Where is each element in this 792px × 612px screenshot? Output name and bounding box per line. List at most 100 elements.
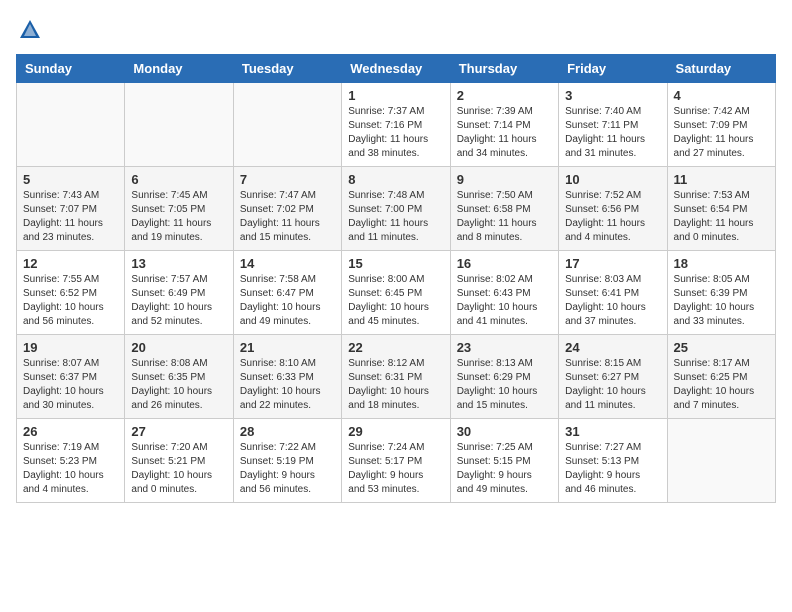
day-number: 23 (457, 340, 552, 355)
calendar-cell: 8 Sunrise: 7:48 AM Sunset: 7:00 PM Daylig… (342, 167, 450, 251)
day-info: Sunrise: 7:25 AM Sunset: 5:15 PM Dayligh… (457, 441, 552, 497)
day-of-week-header: Saturday (667, 55, 775, 83)
calendar-table: SundayMondayTuesdayWednesdayThursdayFrid… (16, 54, 776, 503)
calendar-cell: 28 Sunrise: 7:22 AM Sunset: 5:19 PM Dayli… (233, 419, 341, 503)
day-number: 18 (674, 256, 769, 271)
calendar-cell: 23 Sunrise: 8:13 AM Sunset: 6:29 PM Dayli… (450, 335, 558, 419)
day-info: Sunrise: 7:43 AM Sunset: 7:07 PM Dayligh… (23, 189, 118, 245)
calendar-week-row: 1 Sunrise: 7:37 AM Sunset: 7:16 PM Daylig… (17, 83, 776, 167)
day-info: Sunrise: 8:13 AM Sunset: 6:29 PM Dayligh… (457, 357, 552, 413)
calendar-cell: 2Sunrise: 7:39 AM Sunset: 7:14 PM Daylig… (450, 83, 558, 167)
day-info: Sunrise: 7:24 AM Sunset: 5:17 PM Dayligh… (348, 441, 443, 497)
calendar-cell: 17Sunrise: 8:03 AM Sunset: 6:41 PM Dayli… (559, 251, 667, 335)
day-info: Sunrise: 7:50 AM Sunset: 6:58 PM Dayligh… (457, 189, 552, 245)
day-number: 28 (240, 424, 335, 439)
day-info: Sunrise: 8:08 AM Sunset: 6:35 PM Dayligh… (131, 357, 226, 413)
day-info: Sunrise: 8:10 AM Sunset: 6:33 PM Dayligh… (240, 357, 335, 413)
day-number: 14 (240, 256, 335, 271)
day-number: 12 (23, 256, 118, 271)
calendar-week-row: 12 Sunrise: 7:55 AM Sunset: 6:52 PM Dayli… (17, 251, 776, 335)
day-number: 6 (131, 172, 226, 187)
day-number: 30 (457, 424, 552, 439)
calendar-cell: 24Sunrise: 8:15 AM Sunset: 6:27 PM Dayli… (559, 335, 667, 419)
calendar-cell: 29 Sunrise: 7:24 AM Sunset: 5:17 PM Dayli… (342, 419, 450, 503)
day-info: Sunrise: 7:22 AM Sunset: 5:19 PM Dayligh… (240, 441, 335, 497)
calendar-cell (125, 83, 233, 167)
calendar-cell: 6 Sunrise: 7:45 AM Sunset: 7:05 PM Daylig… (125, 167, 233, 251)
calendar-cell: 9 Sunrise: 7:50 AM Sunset: 6:58 PM Daylig… (450, 167, 558, 251)
day-info: Sunrise: 8:02 AM Sunset: 6:43 PM Dayligh… (457, 273, 552, 329)
calendar-header-row: SundayMondayTuesdayWednesdayThursdayFrid… (17, 55, 776, 83)
day-info: Sunrise: 7:47 AM Sunset: 7:02 PM Dayligh… (240, 189, 335, 245)
calendar-cell: 21 Sunrise: 8:10 AM Sunset: 6:33 PM Dayli… (233, 335, 341, 419)
day-info: Sunrise: 7:27 AM Sunset: 5:13 PM Dayligh… (565, 441, 660, 497)
calendar-week-row: 26 Sunrise: 7:19 AM Sunset: 5:23 PM Dayli… (17, 419, 776, 503)
day-info: Sunrise: 7:48 AM Sunset: 7:00 PM Dayligh… (348, 189, 443, 245)
calendar-cell: 31Sunrise: 7:27 AM Sunset: 5:13 PM Dayli… (559, 419, 667, 503)
day-info: Sunrise: 8:00 AM Sunset: 6:45 PM Dayligh… (348, 273, 443, 329)
calendar-cell (233, 83, 341, 167)
day-info: Sunrise: 7:19 AM Sunset: 5:23 PM Dayligh… (23, 441, 118, 497)
day-info: Sunrise: 7:45 AM Sunset: 7:05 PM Dayligh… (131, 189, 226, 245)
calendar-cell: 30 Sunrise: 7:25 AM Sunset: 5:15 PM Dayli… (450, 419, 558, 503)
day-info: Sunrise: 7:57 AM Sunset: 6:49 PM Dayligh… (131, 273, 226, 329)
calendar-cell (17, 83, 125, 167)
day-number: 9 (457, 172, 552, 187)
calendar-cell: 5Sunrise: 7:43 AM Sunset: 7:07 PM Daylig… (17, 167, 125, 251)
day-number: 7 (240, 172, 335, 187)
calendar-cell: 10Sunrise: 7:52 AM Sunset: 6:56 PM Dayli… (559, 167, 667, 251)
calendar-cell: 16 Sunrise: 8:02 AM Sunset: 6:43 PM Dayli… (450, 251, 558, 335)
calendar-cell: 18 Sunrise: 8:05 AM Sunset: 6:39 PM Dayli… (667, 251, 775, 335)
day-number: 21 (240, 340, 335, 355)
day-number: 3 (565, 88, 660, 103)
day-number: 16 (457, 256, 552, 271)
calendar-cell: 7 Sunrise: 7:47 AM Sunset: 7:02 PM Daylig… (233, 167, 341, 251)
logo-icon (16, 16, 44, 44)
day-number: 10 (565, 172, 660, 187)
day-info: Sunrise: 8:17 AM Sunset: 6:25 PM Dayligh… (674, 357, 769, 413)
calendar-cell: 22Sunrise: 8:12 AM Sunset: 6:31 PM Dayli… (342, 335, 450, 419)
calendar-week-row: 19 Sunrise: 8:07 AM Sunset: 6:37 PM Dayli… (17, 335, 776, 419)
day-of-week-header: Sunday (17, 55, 125, 83)
day-number: 13 (131, 256, 226, 271)
day-number: 4 (674, 88, 769, 103)
day-number: 27 (131, 424, 226, 439)
day-info: Sunrise: 8:15 AM Sunset: 6:27 PM Dayligh… (565, 357, 660, 413)
calendar-cell: 14 Sunrise: 7:58 AM Sunset: 6:47 PM Dayli… (233, 251, 341, 335)
day-of-week-header: Thursday (450, 55, 558, 83)
day-info: Sunrise: 7:53 AM Sunset: 6:54 PM Dayligh… (674, 189, 769, 245)
day-number: 11 (674, 172, 769, 187)
day-of-week-header: Tuesday (233, 55, 341, 83)
day-number: 20 (131, 340, 226, 355)
day-of-week-header: Monday (125, 55, 233, 83)
calendar-week-row: 5Sunrise: 7:43 AM Sunset: 7:07 PM Daylig… (17, 167, 776, 251)
day-of-week-header: Wednesday (342, 55, 450, 83)
day-number: 29 (348, 424, 443, 439)
day-of-week-header: Friday (559, 55, 667, 83)
day-number: 8 (348, 172, 443, 187)
calendar-cell: 1 Sunrise: 7:37 AM Sunset: 7:16 PM Daylig… (342, 83, 450, 167)
day-number: 26 (23, 424, 118, 439)
day-info: Sunrise: 7:58 AM Sunset: 6:47 PM Dayligh… (240, 273, 335, 329)
calendar-cell: 27 Sunrise: 7:20 AM Sunset: 5:21 PM Dayli… (125, 419, 233, 503)
day-number: 17 (565, 256, 660, 271)
day-info: Sunrise: 7:37 AM Sunset: 7:16 PM Dayligh… (348, 105, 443, 161)
day-number: 19 (23, 340, 118, 355)
calendar-cell: 25 Sunrise: 8:17 AM Sunset: 6:25 PM Dayli… (667, 335, 775, 419)
calendar-cell: 13 Sunrise: 7:57 AM Sunset: 6:49 PM Dayli… (125, 251, 233, 335)
day-info: Sunrise: 8:07 AM Sunset: 6:37 PM Dayligh… (23, 357, 118, 413)
calendar-cell: 20 Sunrise: 8:08 AM Sunset: 6:35 PM Dayli… (125, 335, 233, 419)
day-number: 1 (348, 88, 443, 103)
day-number: 2 (457, 88, 552, 103)
day-info: Sunrise: 7:40 AM Sunset: 7:11 PM Dayligh… (565, 105, 660, 161)
day-info: Sunrise: 8:05 AM Sunset: 6:39 PM Dayligh… (674, 273, 769, 329)
calendar-cell (667, 419, 775, 503)
calendar-cell: 26 Sunrise: 7:19 AM Sunset: 5:23 PM Dayli… (17, 419, 125, 503)
day-number: 25 (674, 340, 769, 355)
calendar-cell: 11 Sunrise: 7:53 AM Sunset: 6:54 PM Dayli… (667, 167, 775, 251)
calendar-cell: 4Sunrise: 7:42 AM Sunset: 7:09 PM Daylig… (667, 83, 775, 167)
day-number: 22 (348, 340, 443, 355)
day-info: Sunrise: 7:55 AM Sunset: 6:52 PM Dayligh… (23, 273, 118, 329)
calendar-cell: 12 Sunrise: 7:55 AM Sunset: 6:52 PM Dayli… (17, 251, 125, 335)
day-info: Sunrise: 7:20 AM Sunset: 5:21 PM Dayligh… (131, 441, 226, 497)
